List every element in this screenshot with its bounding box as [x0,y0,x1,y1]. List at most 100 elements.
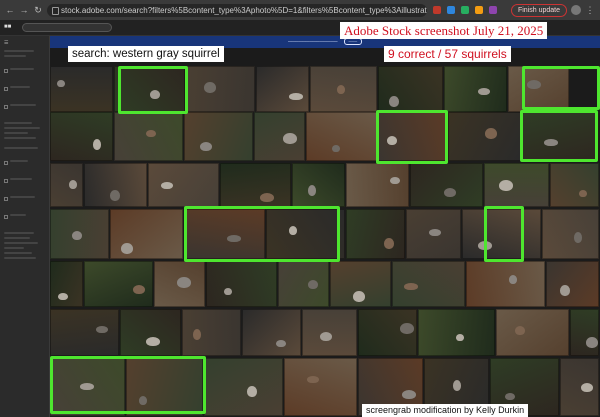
address-bar[interactable]: stock.adobe.com/search?filters%5Bcontent… [47,3,427,17]
filter-checkbox[interactable] [4,215,8,219]
back-icon[interactable]: ← [5,5,15,15]
squirrel-figure [337,85,345,94]
squirrel-figure [515,326,525,335]
search-result-thumbnail[interactable] [570,309,599,356]
finish-update-button[interactable]: Finish update [510,3,567,17]
search-result-thumbnail[interactable] [278,261,329,307]
squirrel-figure [307,376,319,383]
search-result-thumbnail[interactable] [114,112,183,161]
search-result-thumbnail[interactable] [50,163,83,207]
filter-checkbox[interactable] [4,87,8,91]
profile-avatar[interactable] [571,5,581,15]
search-result-thumbnail[interactable] [378,66,443,112]
search-result-thumbnail[interactable] [542,209,599,259]
squirrel-figure [390,177,400,184]
filter-checkbox[interactable] [4,179,8,183]
filter-heading-icon: ☰ [4,40,9,46]
search-result-thumbnail[interactable] [186,66,255,112]
squirrel-figure [289,93,303,100]
extension-icon[interactable] [433,6,441,14]
filter-group [4,122,45,139]
squirrel-figure [247,386,257,397]
squirrel-figure [402,390,416,399]
search-result-thumbnail[interactable] [550,163,599,207]
search-result-thumbnail[interactable] [448,112,521,161]
search-result-thumbnail[interactable] [204,358,283,416]
search-result-thumbnail[interactable] [256,66,309,112]
search-result-thumbnail[interactable] [50,209,109,259]
forward-icon[interactable]: → [19,5,29,15]
squirrel-figure [308,280,318,289]
search-result-thumbnail[interactable] [242,309,301,356]
search-result-thumbnail[interactable] [546,261,599,307]
squirrel-figure [224,288,232,295]
extension-icon[interactable] [475,6,483,14]
search-result-thumbnail[interactable] [220,163,291,207]
squirrel-figure [177,277,191,288]
search-result-thumbnail[interactable] [50,66,113,112]
search-result-thumbnail[interactable] [410,163,483,207]
search-result-thumbnail[interactable] [184,112,253,161]
search-result-thumbnail[interactable] [330,261,391,307]
correct-squirrel-highlight [184,206,340,262]
search-result-thumbnail[interactable] [444,66,507,112]
search-result-thumbnail[interactable] [418,309,495,356]
search-result-thumbnail[interactable] [148,163,219,207]
filter-checkbox[interactable] [4,105,8,109]
extension-icon[interactable] [447,6,455,14]
squirrel-figure [384,238,394,249]
search-result-thumbnail[interactable] [484,163,549,207]
search-result-thumbnail[interactable] [182,309,241,356]
search-result-thumbnail[interactable] [358,309,417,356]
correct-squirrel-highlight [118,66,188,114]
search-result-thumbnail[interactable] [392,261,465,307]
search-result-thumbnail[interactable] [560,358,599,416]
filter-checkbox[interactable] [4,69,8,73]
search-term-label: search: western gray squirrel [68,46,224,62]
site-search-box[interactable] [22,23,112,32]
squirrel-figure [353,291,365,302]
filter-checkbox[interactable] [4,197,8,201]
filter-checkbox[interactable] [4,161,8,165]
squirrel-figure [283,133,297,144]
search-result-thumbnail[interactable] [310,66,377,112]
site-logo[interactable]: ■■ [4,24,11,30]
squirrel-figure [444,188,456,197]
search-result-thumbnail[interactable] [406,209,461,259]
filter-group [4,50,45,114]
image-results-grid [50,48,600,417]
search-result-thumbnail[interactable] [110,209,183,259]
search-result-thumbnail[interactable] [84,163,147,207]
search-result-thumbnail[interactable] [254,112,305,161]
search-result-thumbnail[interactable] [154,261,205,307]
promo-banner-text: ────────────── [287,39,338,45]
search-result-thumbnail[interactable] [302,309,357,356]
squirrel-figure [332,145,340,152]
search-result-thumbnail[interactable] [50,309,119,356]
menu-dots-icon[interactable]: ⋮ [585,5,595,15]
search-result-thumbnail[interactable] [50,261,83,307]
search-result-thumbnail[interactable] [306,112,377,161]
squirrel-figure [121,243,133,254]
squirrel-figure [574,232,582,243]
squirrel-figure [579,190,587,197]
squirrel-figure [560,285,570,296]
search-result-thumbnail[interactable] [292,163,345,207]
search-result-thumbnail[interactable] [206,261,277,307]
search-result-thumbnail[interactable] [284,358,357,416]
search-result-thumbnail[interactable] [496,309,569,356]
search-result-thumbnail[interactable] [120,309,181,356]
squirrel-figure [146,130,156,137]
credit-label: screengrab modification by Kelly Durkin [362,404,529,417]
extension-icon[interactable] [489,6,497,14]
search-result-thumbnail[interactable] [50,112,113,161]
reload-icon[interactable]: ↻ [33,5,43,15]
search-result-thumbnail[interactable] [84,261,153,307]
search-result-thumbnail[interactable] [346,209,405,259]
search-result-thumbnail[interactable] [346,163,409,207]
squirrel-figure [93,139,101,150]
extension-icon[interactable] [461,6,469,14]
promo-banner-button[interactable]: ─── [343,38,363,46]
correct-squirrel-highlight [50,356,206,414]
search-result-thumbnail[interactable] [466,261,545,307]
